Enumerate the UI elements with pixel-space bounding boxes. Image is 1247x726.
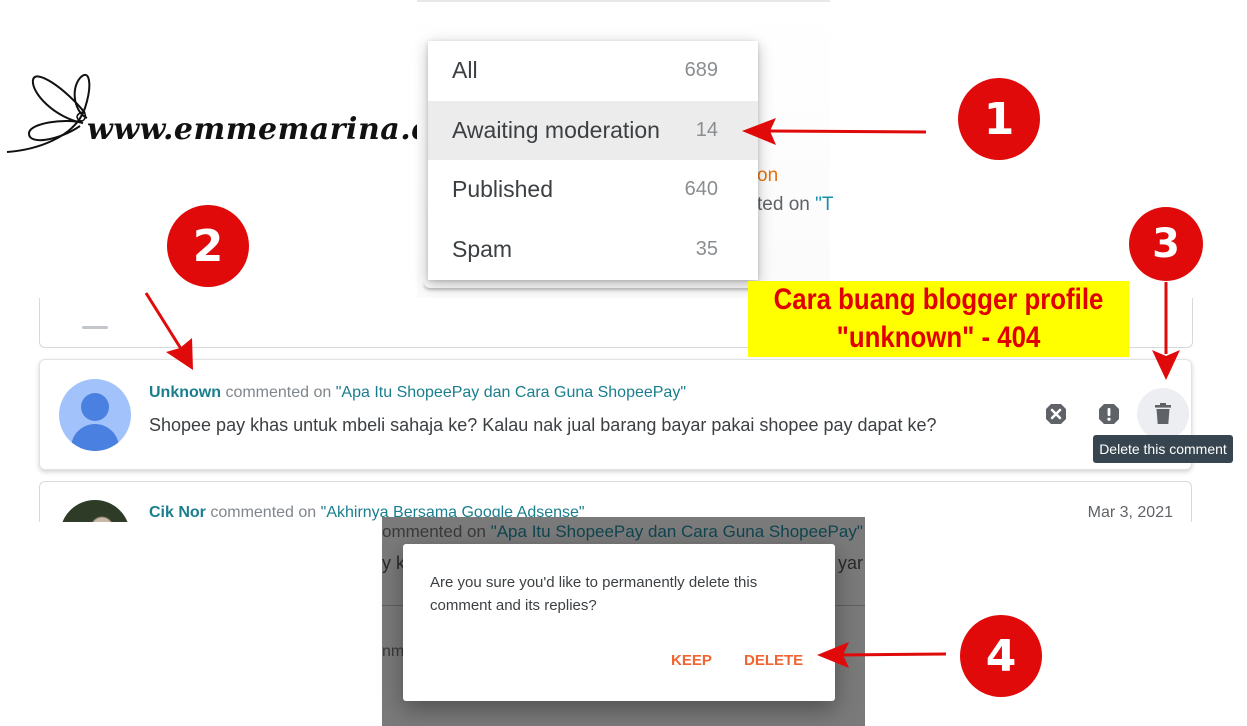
delete-tooltip: Delete this comment xyxy=(1093,435,1233,463)
comment-meta: Unknown commented on "Apa Itu ShopeePay … xyxy=(149,384,686,402)
step-marker-3: 3 xyxy=(1129,207,1203,281)
filter-spam[interactable]: Spam 35 xyxy=(428,220,758,280)
avatar xyxy=(82,326,108,329)
comment-card: Unknown commented on "Apa Itu ShopeePay … xyxy=(39,359,1192,470)
filter-count: 689 xyxy=(684,59,718,82)
delete-comment-button[interactable] xyxy=(1137,388,1189,440)
filter-awaiting-moderation[interactable]: Awaiting moderation 14 xyxy=(428,100,758,160)
filter-label: Published xyxy=(452,176,554,203)
comment-filter-menu: All 689 Awaiting moderation 14 Published… xyxy=(428,41,758,280)
filter-count: 14 xyxy=(695,118,718,141)
spam-icon xyxy=(1099,404,1119,424)
delete-button[interactable]: DELETE xyxy=(744,652,803,669)
trash-icon xyxy=(1155,403,1171,424)
backdrop-text: yar xyxy=(837,553,863,573)
comment-body: Shopee pay khas untuk mbeli sahaja ke? K… xyxy=(149,415,937,435)
tutorial-title-banner: Cara buang blogger profile "unknown" - 4… xyxy=(748,281,1129,357)
step-marker-1: 1 xyxy=(958,78,1040,160)
filter-count: 35 xyxy=(695,237,718,260)
avatar xyxy=(60,500,130,522)
emmemarina-logo: www.emmemarina.com xyxy=(5,68,482,163)
background-status-text: on xyxy=(757,165,779,186)
filter-all[interactable]: All 689 xyxy=(428,41,758,101)
comment-date: Mar 3, 2021 xyxy=(1087,504,1173,521)
filter-published[interactable]: Published 640 xyxy=(428,160,758,220)
keep-button[interactable]: KEEP xyxy=(671,652,712,669)
commented-on-text: commented on xyxy=(221,384,336,401)
remove-content-button[interactable] xyxy=(1030,388,1082,440)
commented-on-text: commented on xyxy=(205,504,321,521)
filter-label: Spam xyxy=(452,235,513,262)
filter-label: All xyxy=(452,57,478,84)
comment-author-link[interactable]: Cik Nor xyxy=(149,504,206,521)
step-marker-2: 2 xyxy=(167,205,249,287)
post-title-link[interactable]: "Apa Itu ShopeePay dan Cara Guna ShopeeP… xyxy=(336,384,686,401)
backdrop-text: y k xyxy=(382,553,406,573)
mark-as-spam-button[interactable] xyxy=(1083,388,1135,440)
comment-card: Cik Nor commented on "Akhirnya Bersama G… xyxy=(39,481,1192,522)
background-meta-text: ted on "T xyxy=(757,194,834,215)
comment-author-link[interactable]: Unknown xyxy=(149,384,221,401)
banner-line: "unknown" - 404 xyxy=(836,321,1041,354)
filter-count: 640 xyxy=(684,178,718,201)
butterfly-icon xyxy=(6,73,91,153)
backdrop-meta: ommented on "Apa Itu ShopeePay dan Cara … xyxy=(382,522,863,541)
delete-confirm-dialog: Are you sure you'd like to permanently d… xyxy=(403,544,835,701)
backdrop-text: nm xyxy=(382,643,405,660)
banner-line: Cara buang blogger profile xyxy=(773,283,1104,316)
default-avatar-icon xyxy=(59,379,131,451)
reject-icon xyxy=(1046,404,1066,424)
step-marker-4: 4 xyxy=(960,615,1042,697)
dialog-message: Are you sure you'd like to permanently d… xyxy=(430,574,758,614)
filter-label: Awaiting moderation xyxy=(452,116,660,143)
